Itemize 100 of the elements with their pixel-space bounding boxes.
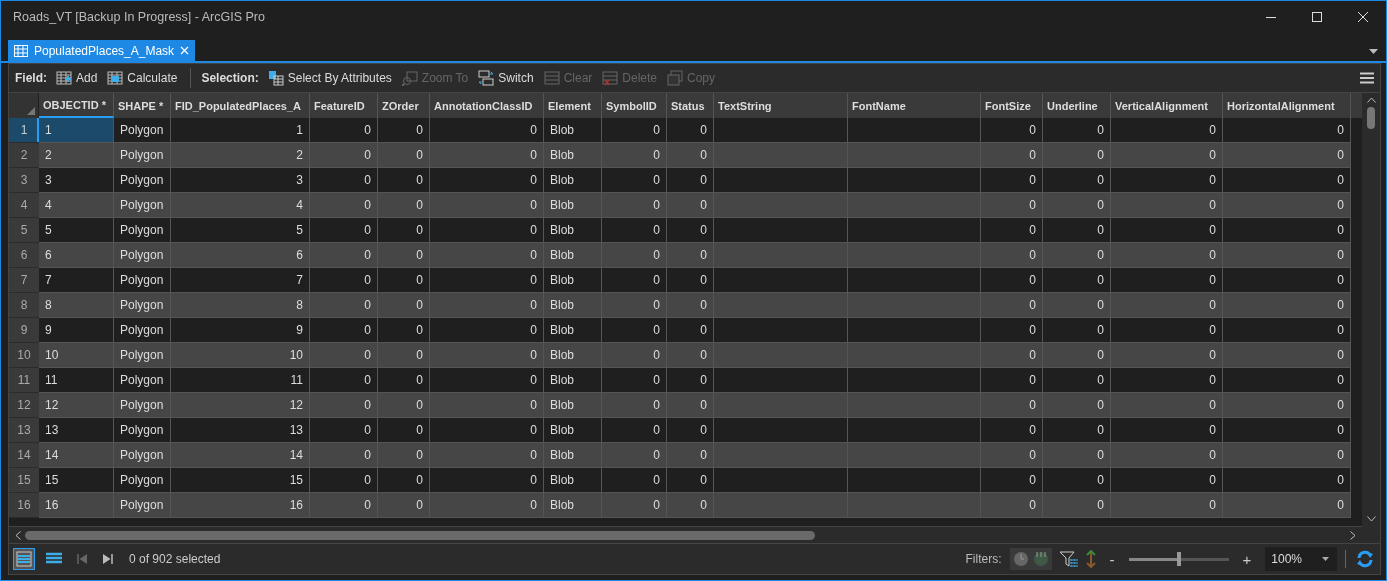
row-number[interactable]: 12 <box>9 393 39 418</box>
table-cell: 0 <box>1223 318 1351 343</box>
row-number[interactable]: 5 <box>9 218 39 243</box>
table-cell: 14 <box>39 443 114 468</box>
table-cell: 0 <box>602 168 667 193</box>
row-number[interactable]: 15 <box>9 468 39 493</box>
table-cell: 10 <box>171 343 310 368</box>
table-cell: 0 <box>981 343 1043 368</box>
table-cell: 9 <box>39 318 114 343</box>
table-cell: 0 <box>1111 443 1223 468</box>
table-cell: 0 <box>1111 343 1223 368</box>
row-number[interactable]: 9 <box>9 318 39 343</box>
maximize-icon <box>1312 12 1322 22</box>
toolbar-button[interactable]: Calculate <box>104 67 181 89</box>
table-cell: 1 <box>39 118 114 143</box>
table-cell: 0 <box>981 443 1043 468</box>
table-cell: Polygon <box>114 293 171 318</box>
table-cell: 0 <box>1111 318 1223 343</box>
table-cell: Blob <box>544 243 602 268</box>
table-cell: 14 <box>171 443 310 468</box>
table-cell: Blob <box>544 443 602 468</box>
scroll-thumb[interactable] <box>1367 107 1375 129</box>
table-cell: 0 <box>430 143 544 168</box>
table-cell: 0 <box>1111 118 1223 143</box>
close-icon <box>180 46 190 55</box>
table-cell: 0 <box>378 268 430 293</box>
table-cell: 12 <box>39 393 114 418</box>
table-cell: 0 <box>1043 343 1111 368</box>
table-cell: 0 <box>1111 168 1223 193</box>
table-cell: 15 <box>171 468 310 493</box>
scroll-thumb[interactable] <box>25 530 815 540</box>
table-cell: 0 <box>981 193 1043 218</box>
view-button[interactable] <box>13 548 35 570</box>
table-cell: 0 <box>602 293 667 318</box>
table-cell: 0 <box>1223 368 1351 393</box>
row-number[interactable]: 10 <box>9 343 39 368</box>
table-cell: 0 <box>1043 243 1111 268</box>
row-number[interactable]: 4 <box>9 193 39 218</box>
table-cell: 0 <box>310 443 378 468</box>
row-number[interactable]: 7 <box>9 268 39 293</box>
row-number[interactable]: 3 <box>9 168 39 193</box>
up-down-arrows-icon <box>1085 550 1096 568</box>
table-cell: Blob <box>544 168 602 193</box>
table-cell: 0 <box>1223 293 1351 318</box>
table-cell: Blob <box>544 293 602 318</box>
table-cell: 7 <box>39 268 114 293</box>
document-tab[interactable]: PopulatedPlaces_A_Mask <box>8 40 196 61</box>
select-all-corner[interactable] <box>9 93 39 118</box>
table-cell: 0 <box>1043 168 1111 193</box>
table-cell: 4 <box>39 193 114 218</box>
row-number[interactable]: 1 <box>9 118 39 143</box>
table-cell: 0 <box>981 218 1043 243</box>
row-number[interactable]: 11 <box>9 368 39 393</box>
minimize-icon <box>1266 16 1276 18</box>
row-number[interactable]: 6 <box>9 243 39 268</box>
refresh-button[interactable] <box>1354 548 1376 570</box>
row-number[interactable]: 14 <box>9 443 39 468</box>
toolbar-button[interactable]: Select By Attributes <box>264 67 395 89</box>
horizontal-scrollbar[interactable] <box>9 526 1362 543</box>
table-cell: Polygon <box>114 418 171 443</box>
table-cell: 0 <box>1111 368 1223 393</box>
table-icon <box>543 70 560 86</box>
table-cell: 0 <box>1111 393 1223 418</box>
table-cell: 0 <box>602 243 667 268</box>
table-cell: 0 <box>667 468 714 493</box>
table-cell: 0 <box>1223 468 1351 493</box>
table-cell: Blob <box>544 418 602 443</box>
toolbar-button[interactable]: Add <box>53 67 101 89</box>
table-cell: 0 <box>430 343 544 368</box>
table-cell: 0 <box>1223 393 1351 418</box>
row-number[interactable]: 2 <box>9 143 39 168</box>
table-cell: 0 <box>1223 118 1351 143</box>
table-cell: 13 <box>39 418 114 443</box>
zoom-in-button[interactable]: + <box>1236 550 1258 568</box>
table-cell: 0 <box>667 118 714 143</box>
table-cell: 0 <box>430 168 544 193</box>
table-cell: 0 <box>310 418 378 443</box>
table-cell: 0 <box>1043 443 1111 468</box>
table-cell: 2 <box>171 143 310 168</box>
table-cell: 0 <box>310 293 378 318</box>
table-cell: 15 <box>39 468 114 493</box>
table-cell: 0 <box>378 218 430 243</box>
zoom-dropdown[interactable]: 100% <box>1265 547 1337 571</box>
table-cell: 0 <box>602 393 667 418</box>
group-label: Field: <box>15 71 47 85</box>
row-number[interactable]: 8 <box>9 293 39 318</box>
row-number[interactable]: 13 <box>9 418 39 443</box>
row-number[interactable]: 16 <box>9 493 39 518</box>
table-cell: 0 <box>602 143 667 168</box>
toolbar-button[interactable]: Switch <box>475 67 537 89</box>
copy-icon <box>667 70 683 86</box>
slider-thumb[interactable] <box>1176 552 1181 566</box>
zoom-out-button[interactable]: - <box>1103 550 1121 568</box>
table-cell: 0 <box>1223 193 1351 218</box>
refresh-icon <box>1356 550 1374 568</box>
table-cell: Blob <box>544 143 602 168</box>
table-cell: 0 <box>667 243 714 268</box>
table-cell: Polygon <box>114 168 171 193</box>
zoom-slider[interactable] <box>1128 552 1229 566</box>
table-cell: 11 <box>39 368 114 393</box>
